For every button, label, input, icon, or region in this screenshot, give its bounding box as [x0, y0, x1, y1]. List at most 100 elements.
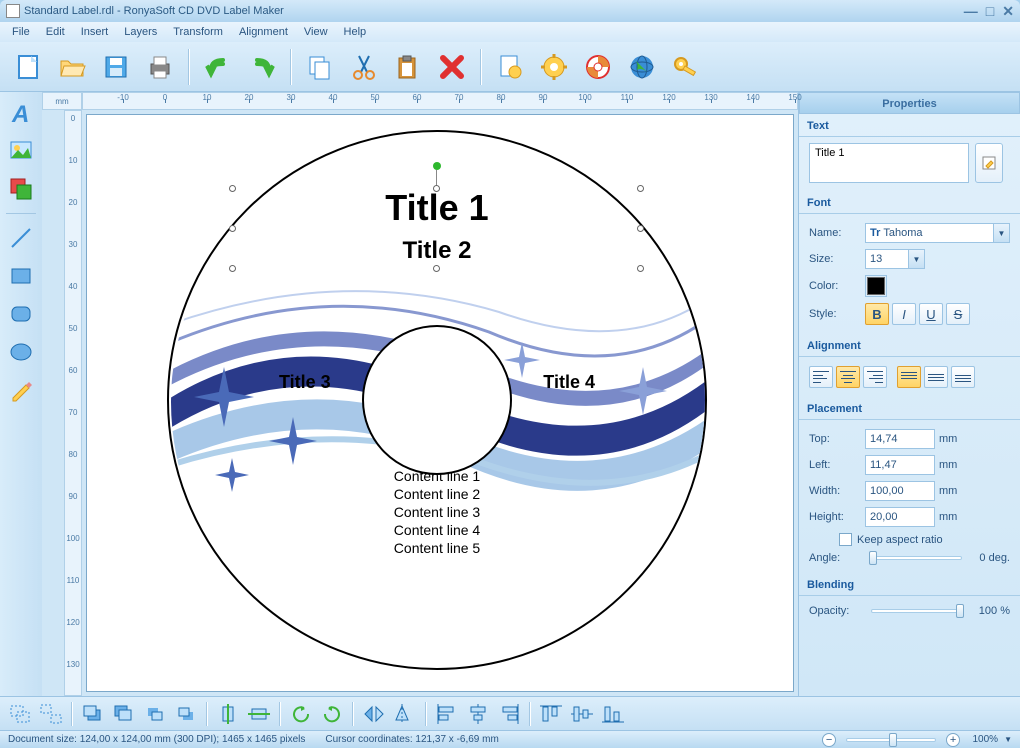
- menu-layers[interactable]: Layers: [116, 24, 165, 40]
- delete-button[interactable]: [432, 47, 472, 87]
- resize-handle-ne[interactable]: [637, 185, 644, 192]
- title-3[interactable]: Title 3: [279, 372, 331, 393]
- edit-text-button[interactable]: [975, 143, 1003, 183]
- resize-handle-e[interactable]: [637, 225, 644, 232]
- ellipse-tool[interactable]: [4, 335, 38, 369]
- bring-front-button[interactable]: [79, 701, 107, 727]
- bold-button[interactable]: B: [865, 303, 889, 325]
- close-button[interactable]: ✕: [1002, 3, 1014, 20]
- flip-v-button[interactable]: [391, 701, 419, 727]
- top-input[interactable]: 14,74: [865, 429, 935, 449]
- cut-button[interactable]: [344, 47, 384, 87]
- resize-handle-w[interactable]: [229, 225, 236, 232]
- group-button[interactable]: [6, 701, 34, 727]
- maximize-button[interactable]: □: [986, 3, 994, 20]
- section-blending: Blending: [799, 573, 1020, 596]
- opacity-slider[interactable]: [871, 609, 962, 613]
- bottom-toolbar: [0, 696, 1020, 730]
- zoom-in-button[interactable]: +: [946, 733, 960, 747]
- angle-slider[interactable]: [871, 556, 962, 560]
- pencil-tool[interactable]: [4, 373, 38, 407]
- bring-forward-button[interactable]: [141, 701, 169, 727]
- zoom-slider[interactable]: [846, 738, 936, 742]
- align-center-button[interactable]: [836, 366, 860, 388]
- align-center-obj-button[interactable]: [464, 701, 492, 727]
- keep-aspect-checkbox[interactable]: [839, 533, 852, 546]
- menu-edit[interactable]: Edit: [38, 24, 73, 40]
- save-button[interactable]: [96, 47, 136, 87]
- send-backward-button[interactable]: [172, 701, 200, 727]
- resize-handle-s[interactable]: [433, 265, 440, 272]
- disc-label[interactable]: Title 1 Title 2 Title 3 Title 4 Content …: [167, 130, 707, 670]
- align-top-obj-button[interactable]: [537, 701, 565, 727]
- help-button[interactable]: [578, 47, 618, 87]
- register-button[interactable]: [666, 47, 706, 87]
- rotate-left-button[interactable]: [287, 701, 315, 727]
- image-tool[interactable]: [4, 134, 38, 168]
- text-input[interactable]: Title 1: [809, 143, 969, 183]
- align-bottom-button[interactable]: [951, 366, 975, 388]
- align-middle-button[interactable]: [924, 366, 948, 388]
- width-input[interactable]: 100,00: [865, 481, 935, 501]
- undo-button[interactable]: [198, 47, 238, 87]
- align-top-button[interactable]: [897, 366, 921, 388]
- height-input[interactable]: 20,00: [865, 507, 935, 527]
- resize-handle-n[interactable]: [433, 185, 440, 192]
- paste-button[interactable]: [388, 47, 428, 87]
- copy-button[interactable]: [300, 47, 340, 87]
- menu-insert[interactable]: Insert: [73, 24, 117, 40]
- resize-handle-nw[interactable]: [229, 185, 236, 192]
- title-1[interactable]: Title 1: [385, 187, 488, 229]
- settings-button[interactable]: [534, 47, 574, 87]
- align-bottom-obj-button[interactable]: [599, 701, 627, 727]
- open-button[interactable]: [52, 47, 92, 87]
- align-right-button[interactable]: [863, 366, 887, 388]
- rotate-handle[interactable]: [433, 162, 441, 170]
- menu-alignment[interactable]: Alignment: [231, 24, 296, 40]
- align-middle-obj-button[interactable]: [568, 701, 596, 727]
- flip-h-button[interactable]: [360, 701, 388, 727]
- zoom-dropdown-icon[interactable]: ▼: [1004, 735, 1012, 744]
- title-2[interactable]: Title 2: [403, 237, 472, 265]
- align-left-button[interactable]: [809, 366, 833, 388]
- font-color-picker[interactable]: [865, 275, 887, 297]
- menu-file[interactable]: File: [4, 24, 38, 40]
- text-tool[interactable]: A: [4, 96, 38, 130]
- center-h-button[interactable]: [214, 701, 242, 727]
- canvas[interactable]: Title 1 Title 2 Title 3 Title 4 Content …: [86, 114, 794, 692]
- ruler-unit: mm: [42, 92, 82, 110]
- send-back-button[interactable]: [110, 701, 138, 727]
- page-setup-button[interactable]: [490, 47, 530, 87]
- rectangle-tool[interactable]: [4, 259, 38, 293]
- titlebar: Standard Label.rdl - RonyaSoft CD DVD La…: [0, 0, 1020, 22]
- redo-button[interactable]: [242, 47, 282, 87]
- web-button[interactable]: [622, 47, 662, 87]
- resize-handle-se[interactable]: [637, 265, 644, 272]
- print-button[interactable]: [140, 47, 180, 87]
- rotate-right-button[interactable]: [318, 701, 346, 727]
- properties-panel: Properties Text Title 1 Font Name: TrTah…: [798, 92, 1020, 696]
- new-button[interactable]: [8, 47, 48, 87]
- minimize-button[interactable]: —: [964, 3, 978, 20]
- strike-button[interactable]: S: [946, 303, 970, 325]
- disc-hole: [362, 325, 512, 475]
- italic-button[interactable]: I: [892, 303, 916, 325]
- menu-help[interactable]: Help: [336, 24, 375, 40]
- left-input[interactable]: 11,47: [865, 455, 935, 475]
- menu-transform[interactable]: Transform: [165, 24, 231, 40]
- line-tool[interactable]: [4, 221, 38, 255]
- content-lines[interactable]: Content line 1Content line 2Content line…: [394, 467, 480, 557]
- clipart-tool[interactable]: [4, 172, 38, 206]
- align-left-obj-button[interactable]: [433, 701, 461, 727]
- zoom-out-button[interactable]: −: [822, 733, 836, 747]
- resize-handle-sw[interactable]: [229, 265, 236, 272]
- roundrect-tool[interactable]: [4, 297, 38, 331]
- align-right-obj-button[interactable]: [495, 701, 523, 727]
- font-size-dropdown[interactable]: 13▼: [865, 249, 925, 269]
- menu-view[interactable]: View: [296, 24, 336, 40]
- ungroup-button[interactable]: [37, 701, 65, 727]
- title-4[interactable]: Title 4: [543, 372, 595, 393]
- center-v-button[interactable]: [245, 701, 273, 727]
- underline-button[interactable]: U: [919, 303, 943, 325]
- font-name-dropdown[interactable]: TrTahoma▼: [865, 223, 1010, 243]
